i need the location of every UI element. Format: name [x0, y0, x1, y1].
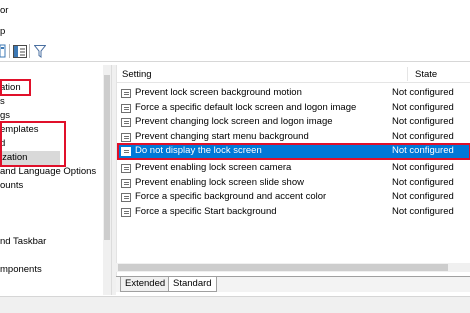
column-header: Setting State	[117, 65, 470, 83]
setting-name: Prevent enabling lock screen slide show	[135, 176, 304, 188]
setting-state: Not configured	[392, 162, 454, 173]
setting-row[interactable]: Prevent lock screen background motion No…	[117, 86, 470, 101]
highlight-box	[0, 79, 31, 96]
setting-row[interactable]: Prevent enabling lock screen camera Not …	[117, 161, 470, 176]
setting-name: Prevent lock screen background motion	[135, 87, 302, 98]
highlight-box	[0, 121, 66, 167]
policy-setting-icon	[121, 132, 131, 142]
toolbar	[0, 40, 470, 62]
highlight-box	[117, 143, 470, 160]
column-divider[interactable]	[407, 67, 408, 81]
policy-setting-icon	[121, 89, 131, 98]
settings-list: Setting State Prevent lock screen backgr…	[116, 65, 470, 290]
setting-state: Not configured	[392, 101, 454, 113]
setting-name: Prevent enabling lock screen camera	[135, 162, 292, 173]
setting-state: Not configured	[392, 191, 454, 202]
tree-item[interactable]: s	[0, 95, 5, 109]
toolbar-separator	[29, 44, 30, 58]
policy-setting-icon	[121, 193, 131, 202]
setting-state: Not configured	[392, 116, 454, 127]
navigation-tree: ation s gs emplates d ization and Langua…	[0, 65, 111, 295]
horizontal-scrollbar[interactable]	[116, 263, 470, 272]
show-hide-tree-icon[interactable]	[12, 43, 28, 59]
policy-setting-icon	[121, 207, 131, 217]
tree-scrollbar-thumb[interactable]	[104, 75, 110, 240]
policy-setting-icon	[121, 178, 131, 188]
setting-name: Prevent changing lock screen and logon i…	[135, 116, 333, 127]
setting-row[interactable]: Force a specific background and accent c…	[117, 190, 470, 205]
setting-state: Not configured	[392, 87, 454, 98]
setting-state: Not configured	[392, 176, 454, 188]
properties-icon[interactable]	[0, 43, 6, 59]
setting-row[interactable]: Prevent changing lock screen and logon i…	[117, 115, 470, 130]
column-header-state[interactable]: State	[415, 69, 437, 80]
setting-state: Not configured	[392, 130, 454, 142]
filter-icon[interactable]	[33, 43, 47, 59]
tree-item[interactable]: and Language Options	[0, 165, 96, 179]
setting-row[interactable]: Force a specific default lock screen and…	[117, 101, 470, 116]
tree-item[interactable]: ounts	[0, 179, 23, 193]
tab-extended[interactable]: Extended	[120, 277, 171, 292]
policy-setting-icon	[121, 118, 131, 127]
toolbar-separator	[9, 44, 10, 58]
horizontal-scrollbar-thumb[interactable]	[118, 264, 448, 271]
view-tabs: Extended Standard	[116, 276, 470, 292]
column-header-setting[interactable]: Setting	[122, 69, 152, 80]
status-bar	[0, 296, 470, 313]
setting-name: Prevent changing start menu background	[135, 130, 309, 142]
setting-name: Force a specific default lock screen and…	[135, 101, 357, 113]
policy-setting-icon	[121, 103, 131, 113]
setting-row[interactable]: Prevent enabling lock screen slide show …	[117, 176, 470, 191]
setting-state: Not configured	[392, 205, 454, 217]
tree-item[interactable]: nd Taskbar	[0, 235, 46, 249]
setting-name: Force a specific background and accent c…	[135, 191, 327, 202]
menu-item-editor[interactable]: or	[0, 3, 8, 19]
tab-standard[interactable]: Standard	[168, 277, 217, 292]
setting-row[interactable]: Force a specific Start background Not co…	[117, 205, 470, 220]
tree-item[interactable]: mponents	[0, 263, 42, 277]
setting-row[interactable]: Prevent changing start menu background N…	[117, 130, 470, 145]
setting-name: Force a specific Start background	[135, 205, 277, 217]
policy-setting-icon	[121, 164, 131, 173]
tree-scrollbar[interactable]	[103, 65, 111, 295]
menu-item-help[interactable]: p	[0, 24, 5, 40]
